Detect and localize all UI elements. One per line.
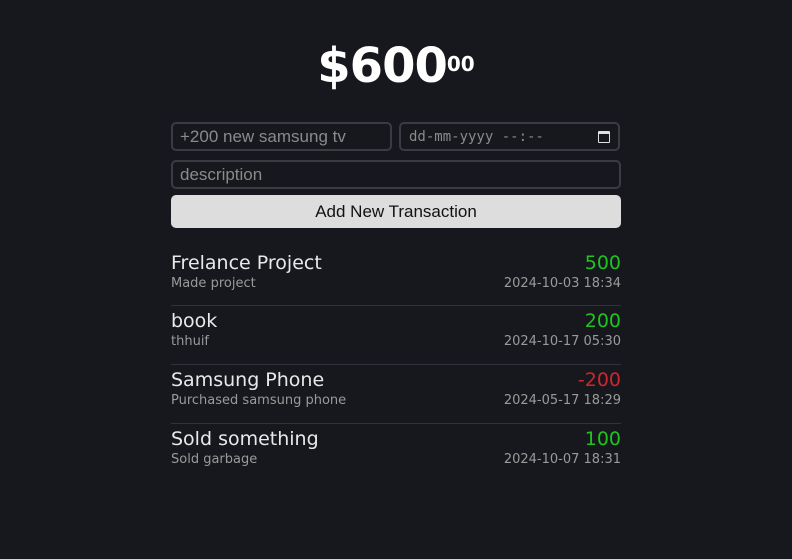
transaction-description: Sold garbage — [171, 452, 258, 467]
transaction-amount: 100 — [584, 428, 621, 450]
datetime-placeholder: dd-mm-yyyy --:-- — [409, 128, 544, 145]
transaction-info: Frelance Project Made project — [171, 251, 322, 293]
transaction-datetime: 2024-10-03 18:34 — [503, 276, 621, 291]
balance-amount: $600 — [317, 38, 448, 94]
transaction-name: Sold something — [171, 428, 319, 450]
transaction-item: Samsung Phone Purchased samsung phone -2… — [171, 364, 621, 423]
transaction-amount: -200 — [577, 369, 621, 391]
transaction-datetime: 2024-10-07 18:31 — [503, 452, 621, 467]
datetime-input[interactable]: dd-mm-yyyy --:-- — [399, 122, 620, 151]
transaction-form: dd-mm-yyyy --:-- Add New Transaction — [171, 122, 621, 228]
transaction-name-input[interactable] — [171, 122, 392, 151]
transaction-description: Purchased samsung phone — [171, 393, 347, 408]
form-row-top: dd-mm-yyyy --:-- — [171, 122, 621, 151]
transaction-name: Frelance Project — [171, 252, 322, 274]
transaction-meta: 100 2024-10-07 18:31 — [504, 427, 621, 469]
transaction-amount: 500 — [584, 252, 621, 274]
transaction-item: Sold something Sold garbage 100 2024-10-… — [171, 423, 621, 482]
transaction-meta: 200 2024-10-17 05:30 — [504, 309, 621, 351]
transaction-datetime: 2024-10-17 05:30 — [503, 334, 621, 349]
description-input[interactable] — [171, 160, 621, 189]
transaction-info: Samsung Phone Purchased samsung phone — [171, 368, 346, 410]
transaction-meta: 500 2024-10-03 18:34 — [504, 251, 621, 293]
transaction-info: book thhuif — [171, 309, 217, 351]
calendar-icon[interactable] — [598, 130, 610, 143]
transaction-meta: -200 2024-05-17 18:29 — [504, 368, 621, 410]
transaction-app: $60000 dd-mm-yyyy --:-- Add New Transact… — [171, 0, 621, 482]
add-transaction-button[interactable]: Add New Transaction — [171, 195, 621, 228]
transaction-amount: 200 — [584, 310, 621, 332]
transaction-datetime: 2024-05-17 18:29 — [503, 393, 621, 408]
balance-cents: 00 — [446, 52, 475, 76]
balance-display: $60000 — [171, 0, 621, 98]
transaction-description: Made project — [171, 276, 256, 291]
transaction-description: thhuif — [171, 334, 210, 349]
transaction-item: Frelance Project Made project 500 2024-1… — [171, 247, 621, 305]
transaction-item: book thhuif 200 2024-10-17 05:30 — [171, 305, 621, 364]
transaction-name: Samsung Phone — [171, 369, 325, 391]
transaction-name: book — [171, 310, 218, 332]
transaction-list: Frelance Project Made project 500 2024-1… — [171, 247, 621, 482]
transaction-info: Sold something Sold garbage — [171, 427, 319, 469]
